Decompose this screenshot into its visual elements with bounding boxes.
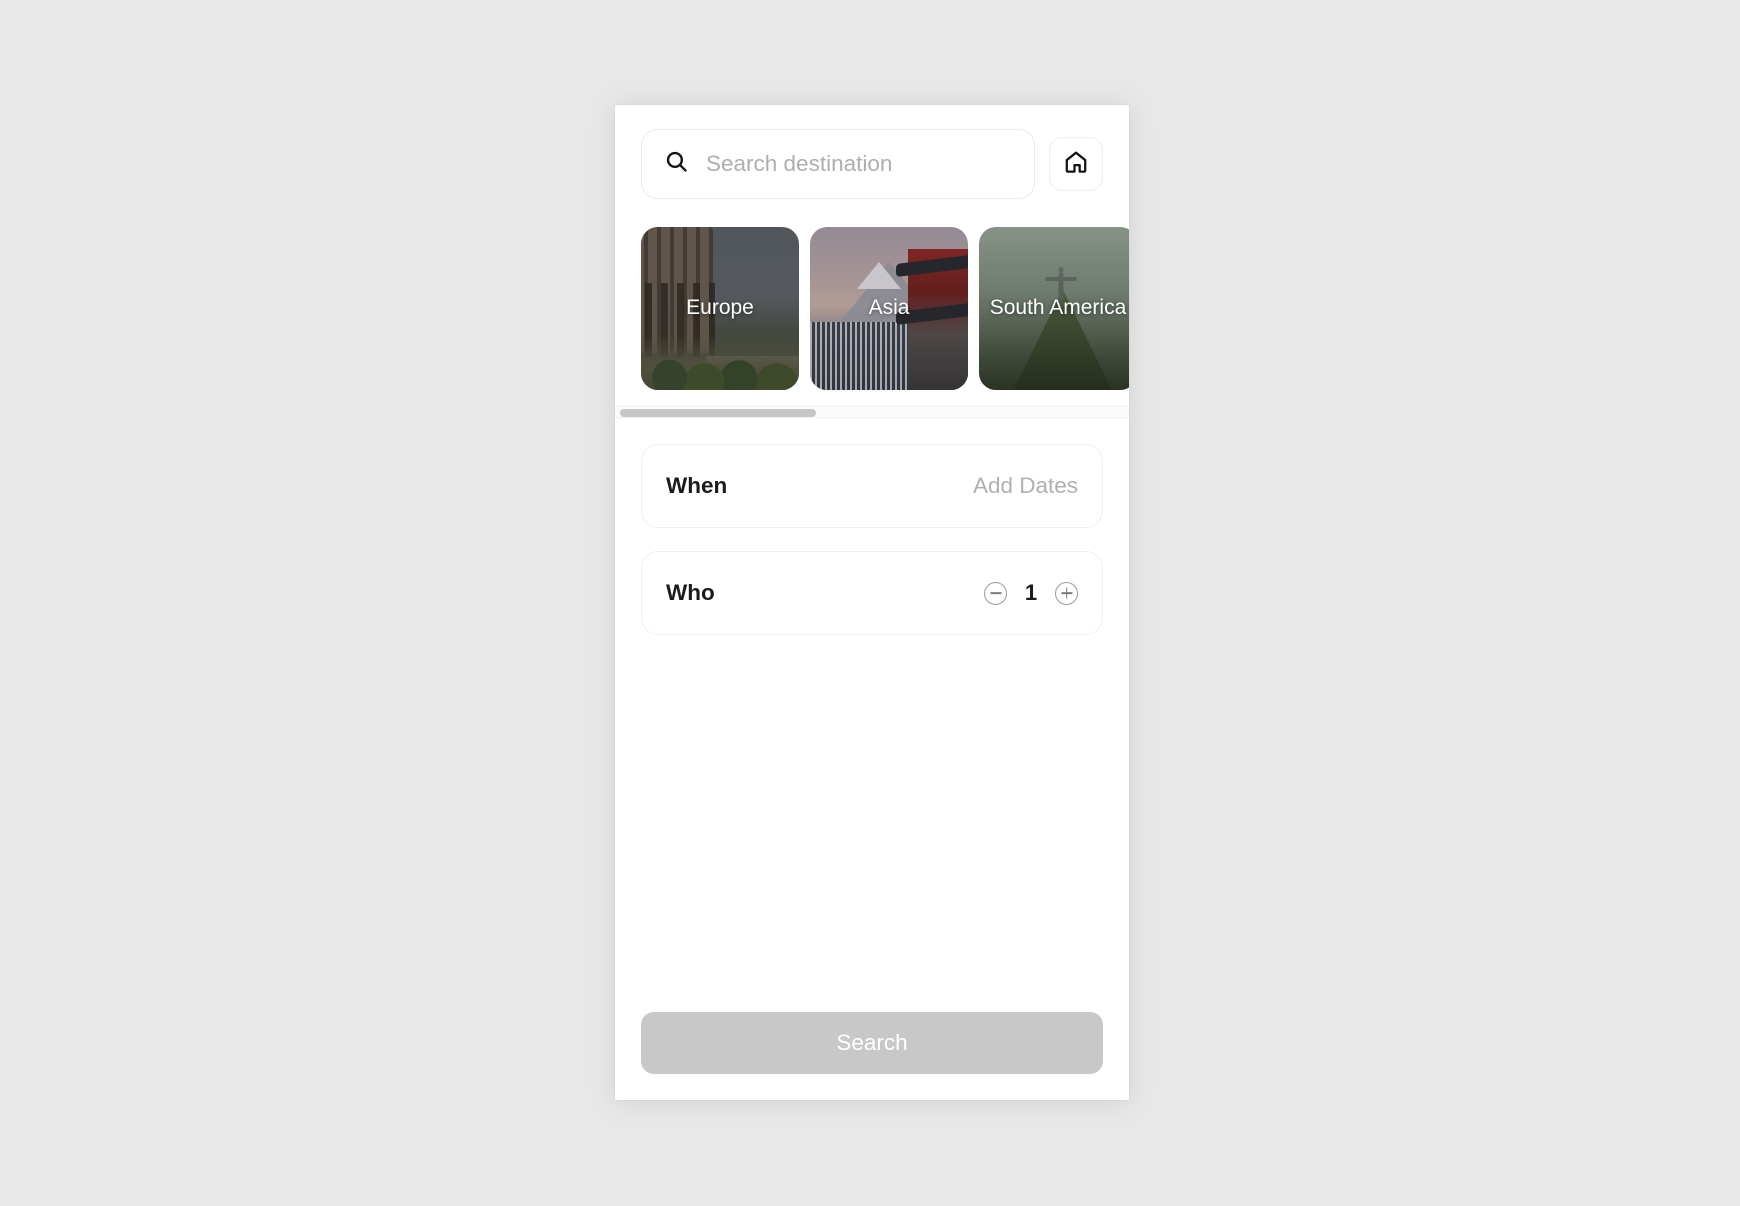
plus-circle-icon[interactable] [1055, 581, 1078, 605]
carousel-scrollbar[interactable] [615, 406, 1129, 418]
destination-label: Europe [686, 296, 754, 320]
search-submit-button[interactable]: Search [641, 1012, 1103, 1074]
destination-card-south-america[interactable]: South America [979, 227, 1129, 390]
when-label: When [666, 473, 728, 498]
who-label: Who [666, 580, 715, 605]
search-panel: Europe Asia South Ameri [615, 105, 1129, 1100]
destination-label: South America [989, 296, 1127, 320]
footer-spacer [615, 658, 1129, 1012]
home-button[interactable] [1049, 137, 1103, 191]
guest-stepper: 1 [984, 580, 1078, 606]
destination-card-asia[interactable]: Asia [810, 227, 968, 390]
destination-carousel[interactable]: Europe Asia South America [615, 227, 1129, 390]
destination-carousel-wrapper: Europe Asia South America [615, 227, 1129, 418]
destination-label: Asia [868, 296, 910, 320]
who-card[interactable]: Who 1 [641, 551, 1103, 635]
search-field[interactable] [641, 129, 1035, 199]
search-row [615, 105, 1129, 199]
carousel-scrollbar-thumb[interactable] [620, 409, 816, 417]
search-options: When Add Dates Who 1 [615, 418, 1129, 658]
search-input[interactable] [706, 151, 1012, 177]
search-icon [664, 149, 689, 179]
when-value[interactable]: Add Dates [973, 473, 1078, 499]
home-icon [1063, 149, 1089, 180]
minus-circle-icon[interactable] [984, 581, 1007, 605]
destination-card-europe[interactable]: Europe [641, 227, 799, 390]
guest-count: 1 [1024, 580, 1038, 605]
when-card[interactable]: When Add Dates [641, 444, 1103, 528]
